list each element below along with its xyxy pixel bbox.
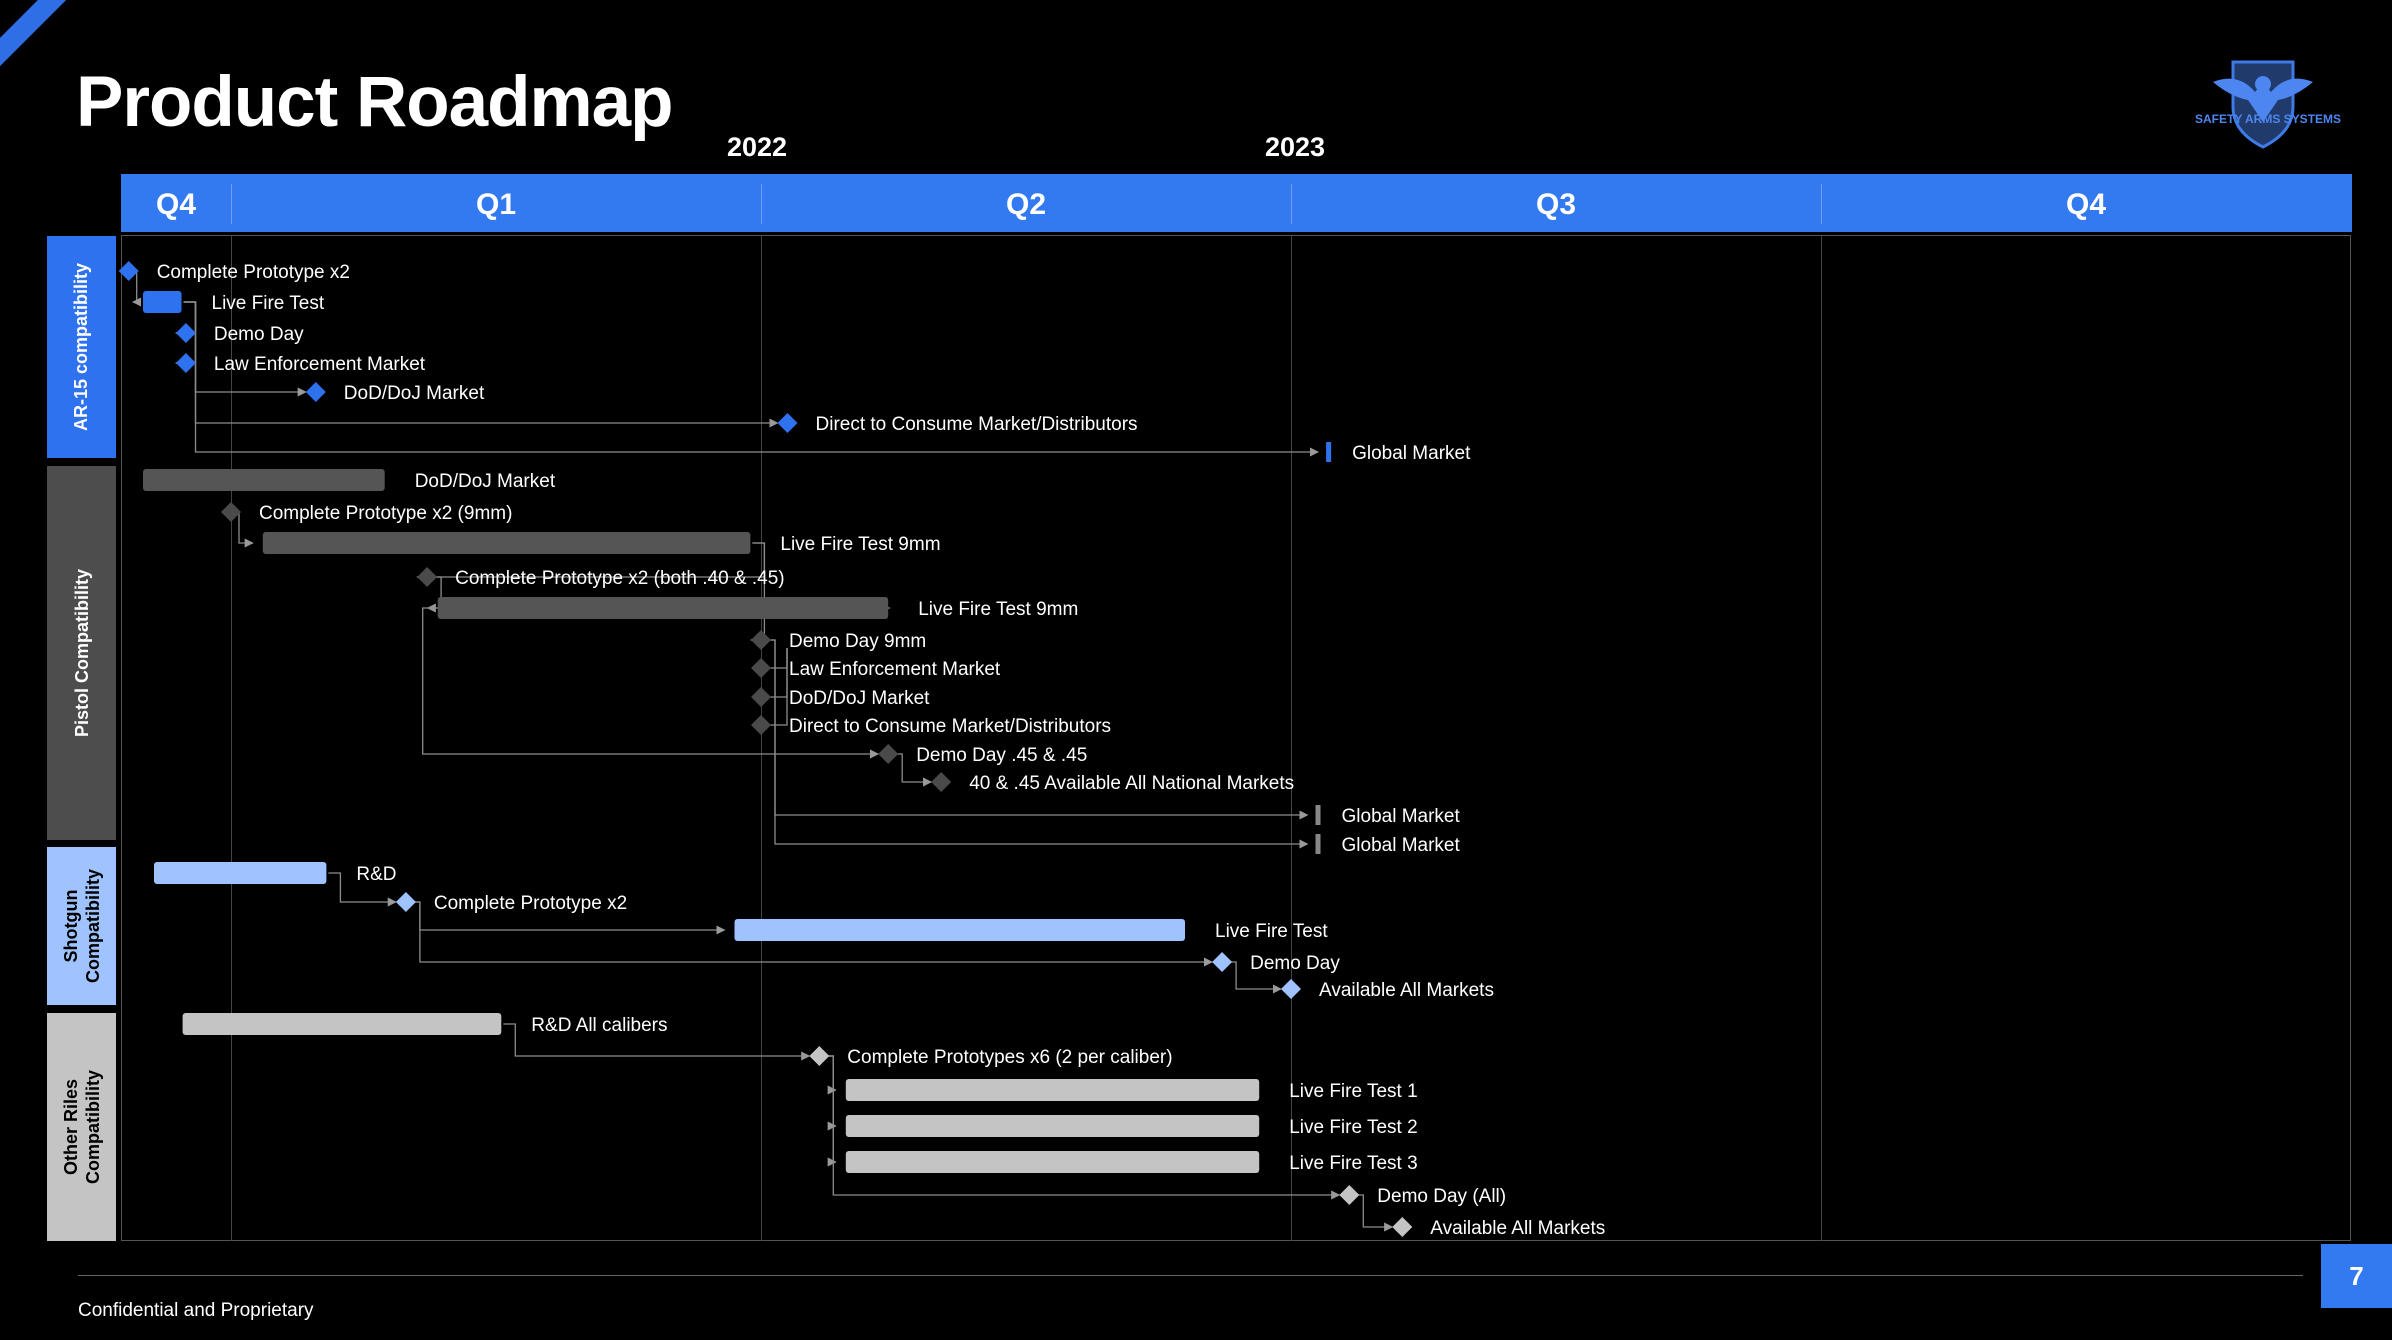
task-bar bbox=[143, 291, 182, 313]
task-label: Global Market bbox=[1342, 806, 1461, 827]
milestone-diamond bbox=[751, 687, 771, 707]
task-label: Live Fire Test bbox=[1215, 921, 1328, 942]
connector-arrow bbox=[183, 301, 307, 397]
task-label: Law Enforcement Market bbox=[214, 354, 426, 375]
task-label: DoD/DoJ Market bbox=[415, 471, 556, 492]
task-label: Complete Prototype x2 bbox=[157, 262, 350, 283]
task-label: R&D bbox=[356, 864, 396, 885]
task-label: DoD/DoJ Market bbox=[789, 688, 930, 709]
task-label: Global Market bbox=[1352, 443, 1471, 464]
milestone-diamond bbox=[305, 382, 326, 402]
page-number: 7 bbox=[2321, 1244, 2392, 1308]
task-bar bbox=[154, 862, 327, 884]
task-label: Complete Prototype x2 (9mm) bbox=[259, 503, 512, 524]
task-label: Live Fire Test bbox=[212, 293, 325, 314]
milestone-diamond bbox=[809, 1046, 830, 1066]
task-label: Demo Day .45 & .45 bbox=[916, 745, 1087, 766]
task-label: Live Fire Test 3 bbox=[1289, 1153, 1417, 1174]
task-label: Demo Day (All) bbox=[1377, 1186, 1506, 1207]
task-label: Live Fire Test 9mm bbox=[780, 534, 940, 555]
milestone-diamond bbox=[175, 353, 196, 373]
task-label: Demo Day 9mm bbox=[789, 631, 926, 652]
task-label: R&D All calibers bbox=[531, 1015, 667, 1036]
task-label: Complete Prototypes x6 (2 per caliber) bbox=[847, 1047, 1172, 1068]
milestone-diamond bbox=[1339, 1185, 1360, 1205]
task-label: Demo Day bbox=[214, 324, 304, 345]
milestone-diamond bbox=[221, 502, 241, 522]
task-label: Global Market bbox=[1342, 835, 1461, 856]
task-bar bbox=[845, 1079, 1260, 1101]
task-label: Complete Prototype x2 bbox=[434, 893, 627, 914]
task-marks bbox=[118, 261, 1413, 1237]
connector-arrow bbox=[183, 301, 1320, 457]
task-label: Live Fire Test 1 bbox=[1289, 1081, 1417, 1102]
task-label: Available All Markets bbox=[1430, 1218, 1605, 1239]
task-label: DoD/DoJ Market bbox=[344, 383, 485, 404]
task-bar bbox=[182, 1013, 502, 1035]
task-label: Law Enforcement Market bbox=[789, 659, 1001, 680]
task-label: Live Fire Test 9mm bbox=[918, 599, 1078, 620]
task-label: 40 & .45 Available All National Markets bbox=[969, 773, 1294, 794]
task-bar bbox=[845, 1151, 1260, 1173]
slide: Product Roadmap SAFETY ARMS SYSTEMS 2022… bbox=[0, 0, 2392, 1340]
task-label: Direct to Consume Market/Distributors bbox=[816, 414, 1138, 435]
task-bar bbox=[845, 1115, 1260, 1137]
footer-divider bbox=[78, 1275, 2303, 1276]
milestone-diamond bbox=[1281, 979, 1301, 999]
milestone-diamond bbox=[175, 323, 196, 343]
milestone-diamond bbox=[395, 892, 416, 912]
roadmap-chart: Complete Prototype x2 Live Fire Test Demo … bbox=[118, 261, 1605, 1239]
milestone-diamond bbox=[118, 261, 139, 281]
task-label: Direct to Consume Market/Distributors bbox=[789, 716, 1111, 737]
milestone-diamond bbox=[777, 413, 798, 433]
task-bar bbox=[437, 597, 889, 619]
milestone-diamond bbox=[1212, 952, 1233, 972]
footer-text: Confidential and Proprietary bbox=[78, 1300, 314, 1321]
milestone-diamond bbox=[878, 744, 899, 764]
task-bar bbox=[734, 919, 1185, 941]
milestone-diamond bbox=[417, 567, 438, 587]
end-marker bbox=[1315, 805, 1321, 825]
task-label: Available All Markets bbox=[1319, 980, 1494, 1001]
end-marker bbox=[1326, 442, 1332, 462]
milestone-diamond bbox=[931, 772, 952, 792]
task-label: Live Fire Test 2 bbox=[1289, 1117, 1417, 1138]
milestone-diamond bbox=[751, 630, 771, 650]
task-bar bbox=[143, 469, 385, 491]
connector-arrow bbox=[750, 542, 766, 645]
task-label: Demo Day bbox=[1250, 953, 1340, 974]
end-marker bbox=[1315, 834, 1321, 854]
milestone-diamond bbox=[751, 715, 771, 735]
milestone-diamond bbox=[751, 658, 771, 678]
task-label: Complete Prototype x2 (both .40 & .45) bbox=[455, 568, 785, 589]
milestone-diamond bbox=[1392, 1217, 1413, 1237]
task-bar bbox=[262, 532, 751, 554]
